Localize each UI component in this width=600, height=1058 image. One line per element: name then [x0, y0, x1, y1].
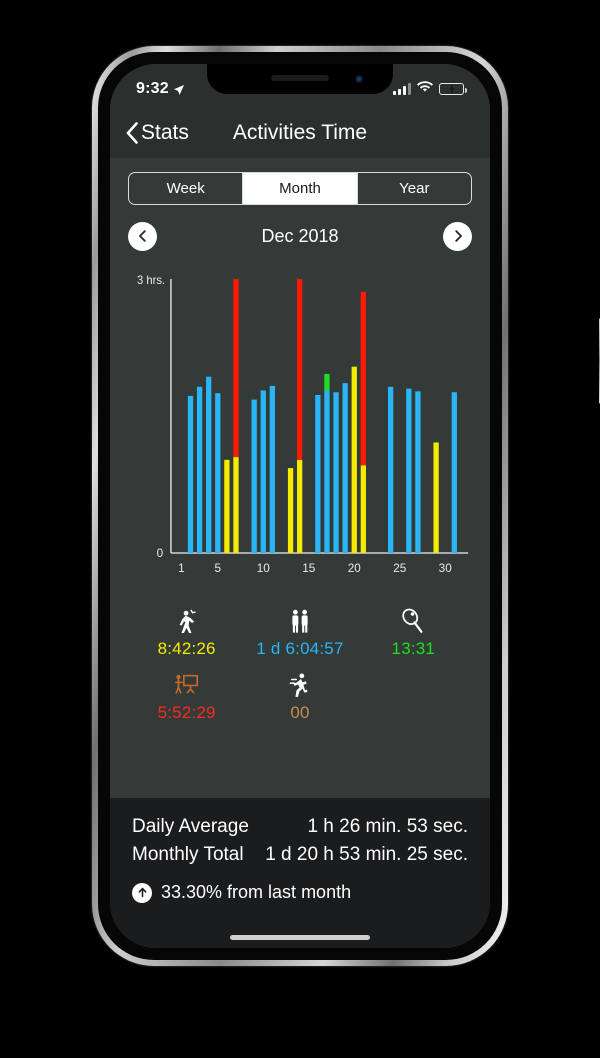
month-over-month-delta: 33.30% from last month	[132, 882, 468, 903]
notch	[207, 64, 393, 94]
running-person-icon	[289, 671, 311, 699]
svg-text:15: 15	[302, 561, 315, 575]
screen-content: Week Month Year Dec 2018 3 hrs. 0 1 5 10…	[110, 158, 490, 948]
daily-average-label: Daily Average	[132, 816, 249, 837]
monthly-total-label: Monthly Total	[132, 844, 244, 865]
period-segmented-control[interactable]: Week Month Year	[128, 172, 472, 205]
svg-text:1: 1	[178, 561, 185, 575]
cellular-signal-icon	[393, 83, 411, 95]
daily-average-row: Daily Average 1 h 26 min. 53 sec.	[132, 816, 468, 838]
activity-stat-dancing[interactable]: 8:42:26	[130, 601, 243, 665]
svg-text:25: 25	[393, 561, 406, 575]
dancing-person-icon	[175, 607, 199, 635]
svg-text:0: 0	[157, 546, 164, 560]
chevron-left-circle-icon	[138, 230, 146, 242]
status-bar-time-group: 9:32	[136, 80, 185, 98]
activity-stat-empty	[357, 665, 470, 729]
phone-bezel: 9:32 Stats Activities Time Week Month Ye…	[98, 52, 502, 960]
front-camera	[355, 75, 363, 83]
activities-bar-chart: 3 hrs. 0 1 5 10 15 20 25 30	[124, 263, 476, 593]
period-label: Dec 2018	[261, 225, 339, 246]
chevron-left-icon	[126, 122, 138, 144]
back-button[interactable]: Stats	[110, 121, 189, 145]
phone-screen: 9:32 Stats Activities Time Week Month Ye…	[110, 64, 490, 948]
activity-stat-walking[interactable]: 1 d 6:04:57	[243, 601, 356, 665]
screenshot-stage: 9:32 Stats Activities Time Week Month Ye…	[0, 0, 600, 1058]
segment-month[interactable]: Month	[243, 173, 358, 204]
earpiece-speaker	[271, 75, 329, 81]
location-arrow-icon	[173, 83, 185, 95]
activity-stats-row-1: 8:42:26 1 d 6:04:57 13:31	[130, 601, 470, 665]
activity-stats-row-2: 5:52:29 00	[130, 665, 470, 729]
activity-stat-presentation[interactable]: 5:52:29	[130, 665, 243, 729]
home-indicator[interactable]	[230, 935, 370, 940]
period-navigator: Dec 2018	[128, 215, 472, 257]
activity-stat-tennis[interactable]: 13:31	[357, 601, 470, 665]
svg-text:30: 30	[439, 561, 452, 575]
svg-text:20: 20	[348, 561, 361, 575]
activity-stat-value: 5:52:29	[157, 703, 216, 722]
segment-year[interactable]: Year	[358, 173, 471, 204]
status-bar-indicators	[393, 80, 467, 98]
activity-stat-value: 1 d 6:04:57	[256, 639, 344, 658]
segment-week[interactable]: Week	[129, 173, 244, 204]
svg-text:3 hrs.: 3 hrs.	[137, 275, 165, 287]
svg-text:5: 5	[215, 561, 222, 575]
chart-svg: 3 hrs.01 5 10 15 20 25 30	[137, 275, 469, 575]
presentation-icon	[173, 671, 200, 699]
previous-month-button[interactable]	[128, 221, 157, 251]
activity-stat-value: 8:42:26	[157, 639, 216, 658]
delta-text: 33.30% from last month	[161, 882, 352, 902]
navigation-bar: Stats Activities Time	[110, 108, 490, 158]
daily-average-value: 1 h 26 min. 53 sec.	[307, 816, 468, 837]
two-people-icon	[287, 607, 313, 635]
battery-charging-icon	[439, 83, 467, 95]
activity-stat-running[interactable]: 00	[243, 665, 356, 729]
next-month-button[interactable]	[443, 221, 472, 251]
summary-panel: Daily Average 1 h 26 min. 53 sec. Monthl…	[110, 798, 490, 948]
activity-stat-value: 13:31	[391, 639, 436, 658]
chevron-right-circle-icon	[454, 230, 462, 242]
monthly-total-value: 1 d 20 h 53 min. 25 sec.	[265, 844, 468, 865]
back-button-label: Stats	[141, 121, 189, 144]
svg-text:10: 10	[257, 561, 270, 575]
monthly-total-row: Monthly Total 1 d 20 h 53 min. 25 sec.	[132, 844, 468, 866]
activity-stats: 8:42:26 1 d 6:04:57 13:31 5:52:29 00	[130, 601, 470, 729]
tennis-racket-icon	[400, 607, 426, 635]
phone-frame: 9:32 Stats Activities Time Week Month Ye…	[92, 46, 600, 966]
activity-stat-value: 00	[290, 703, 310, 722]
arrow-up-icon	[132, 882, 152, 903]
wifi-icon	[417, 80, 433, 98]
status-time: 9:32	[136, 80, 169, 97]
